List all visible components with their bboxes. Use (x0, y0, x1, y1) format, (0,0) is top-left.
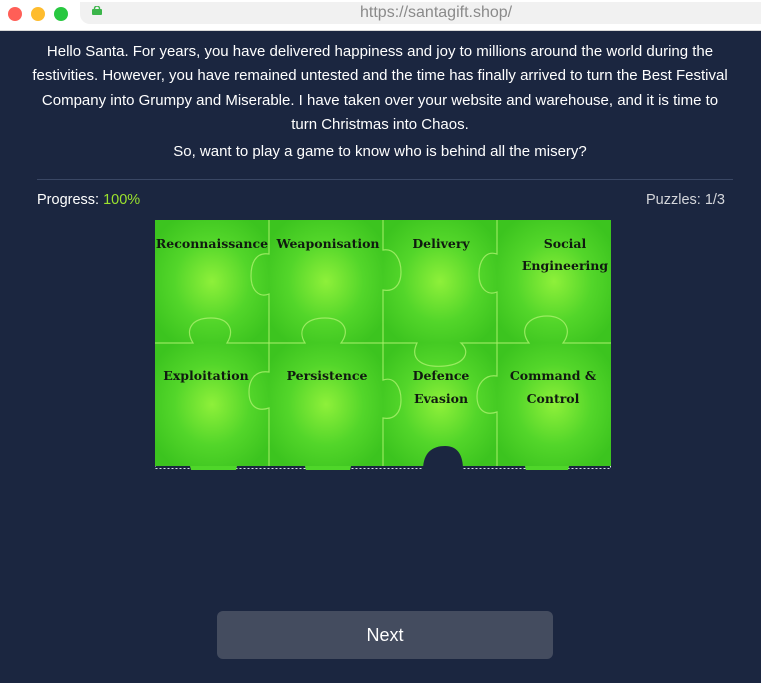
message-line: festivities. However, you have remained … (32, 67, 728, 85)
jigsaw-puzzle[interactable]: Reconnaissance Weaponisation Delivery So… (155, 220, 611, 470)
progress-indicator: Progress: 100% (37, 192, 140, 208)
piece-label: Defence (413, 368, 470, 383)
puzzle-counter: Puzzles: 1/3 (646, 192, 725, 208)
puzzle-tab (525, 466, 569, 470)
intro-message: Hello Santa. For years, you have deliver… (30, 40, 730, 164)
message-line: Company into Grumpy and Miserable. I hav… (41, 91, 719, 109)
message-line: turn Christmas into Chaos. (291, 115, 469, 133)
piece-label: Weaponisation (275, 236, 379, 251)
close-window-icon[interactable] (8, 7, 22, 21)
piece-label: Delivery (412, 236, 470, 251)
puzzle-tab (305, 466, 351, 470)
progress-value: 100% (103, 192, 141, 208)
puzzle-piece-persistence[interactable] (269, 343, 383, 466)
maximize-window-icon[interactable] (54, 7, 68, 21)
next-button[interactable]: Next (217, 611, 553, 659)
piece-label: Persistence (287, 368, 368, 383)
url-text: https://santagift.shop/ (360, 4, 513, 21)
piece-label: Reconnaissance (156, 236, 268, 251)
progress-label: Progress: (37, 192, 100, 208)
divider (37, 179, 733, 180)
piece-label: Exploitation (163, 368, 248, 383)
game-question: So, want to play a game to know who is b… (173, 143, 587, 161)
puzzle-tab (190, 466, 237, 470)
message-line: Hello Santa. For years, you have deliver… (46, 43, 714, 60)
address-bar[interactable]: https://santagift.shop/ (80, 2, 761, 24)
piece-label: Control (527, 391, 580, 406)
piece-label: Social (544, 236, 587, 251)
minimize-window-icon[interactable] (31, 7, 45, 21)
piece-label: Command & (510, 368, 597, 383)
piece-label: Evasion (414, 391, 468, 406)
piece-label: Engineering (522, 258, 609, 273)
lock-icon (92, 6, 102, 15)
browser-chrome: https://santagift.shop/ (0, 0, 761, 31)
